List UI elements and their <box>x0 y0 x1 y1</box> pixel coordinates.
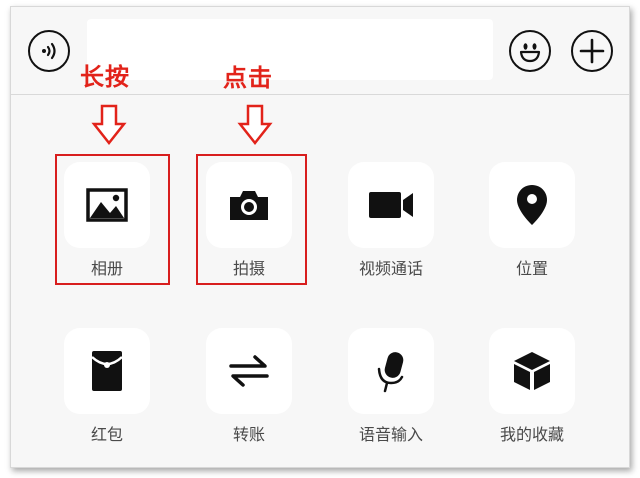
chat-input-panel: 长按 点击 相册 拍摄 视频通话 位置 红包 转账 语音输入 我的收藏 <box>10 6 630 468</box>
transfer-tile[interactable] <box>206 328 292 414</box>
video-call-icon <box>369 192 413 218</box>
camera-label: 拍摄 <box>232 259 265 278</box>
location-pin-icon <box>517 185 547 225</box>
annotation-down-arrow-icon <box>91 104 127 146</box>
red-envelope-label: 红包 <box>90 425 123 444</box>
favorites-cube-icon <box>514 352 550 390</box>
album-label: 相册 <box>90 259 123 278</box>
favorites-label: 我的收藏 <box>499 425 564 444</box>
favorites-tile[interactable] <box>489 328 575 414</box>
plus-icon <box>579 38 605 64</box>
voice-input-tile[interactable] <box>348 328 434 414</box>
annotation-long-press: 长按 <box>80 63 130 91</box>
location-tile[interactable] <box>489 162 575 248</box>
album-tile[interactable] <box>64 162 150 248</box>
red-envelope-tile[interactable] <box>64 328 150 414</box>
camera-icon <box>230 191 268 220</box>
voice-toggle-button[interactable] <box>28 30 70 72</box>
video-call-label: 视频通话 <box>358 259 423 278</box>
more-functions-button[interactable] <box>571 30 613 72</box>
microphone-icon <box>377 352 404 393</box>
video-call-tile[interactable] <box>348 162 434 248</box>
annotation-down-arrow-icon <box>237 104 273 146</box>
transfer-label: 转账 <box>232 425 265 444</box>
annotation-click: 点击 <box>223 64 273 92</box>
photo-album-icon <box>86 188 128 222</box>
camera-tile[interactable] <box>206 162 292 248</box>
message-input[interactable] <box>87 19 493 80</box>
voice-wave-icon <box>42 42 56 60</box>
emoji-button[interactable] <box>509 30 551 72</box>
transfer-arrows-icon <box>229 355 269 387</box>
smiley-face-icon <box>519 43 541 63</box>
voice-input-label: 语音输入 <box>358 425 423 444</box>
red-envelope-icon <box>91 351 123 391</box>
location-label: 位置 <box>515 259 548 278</box>
